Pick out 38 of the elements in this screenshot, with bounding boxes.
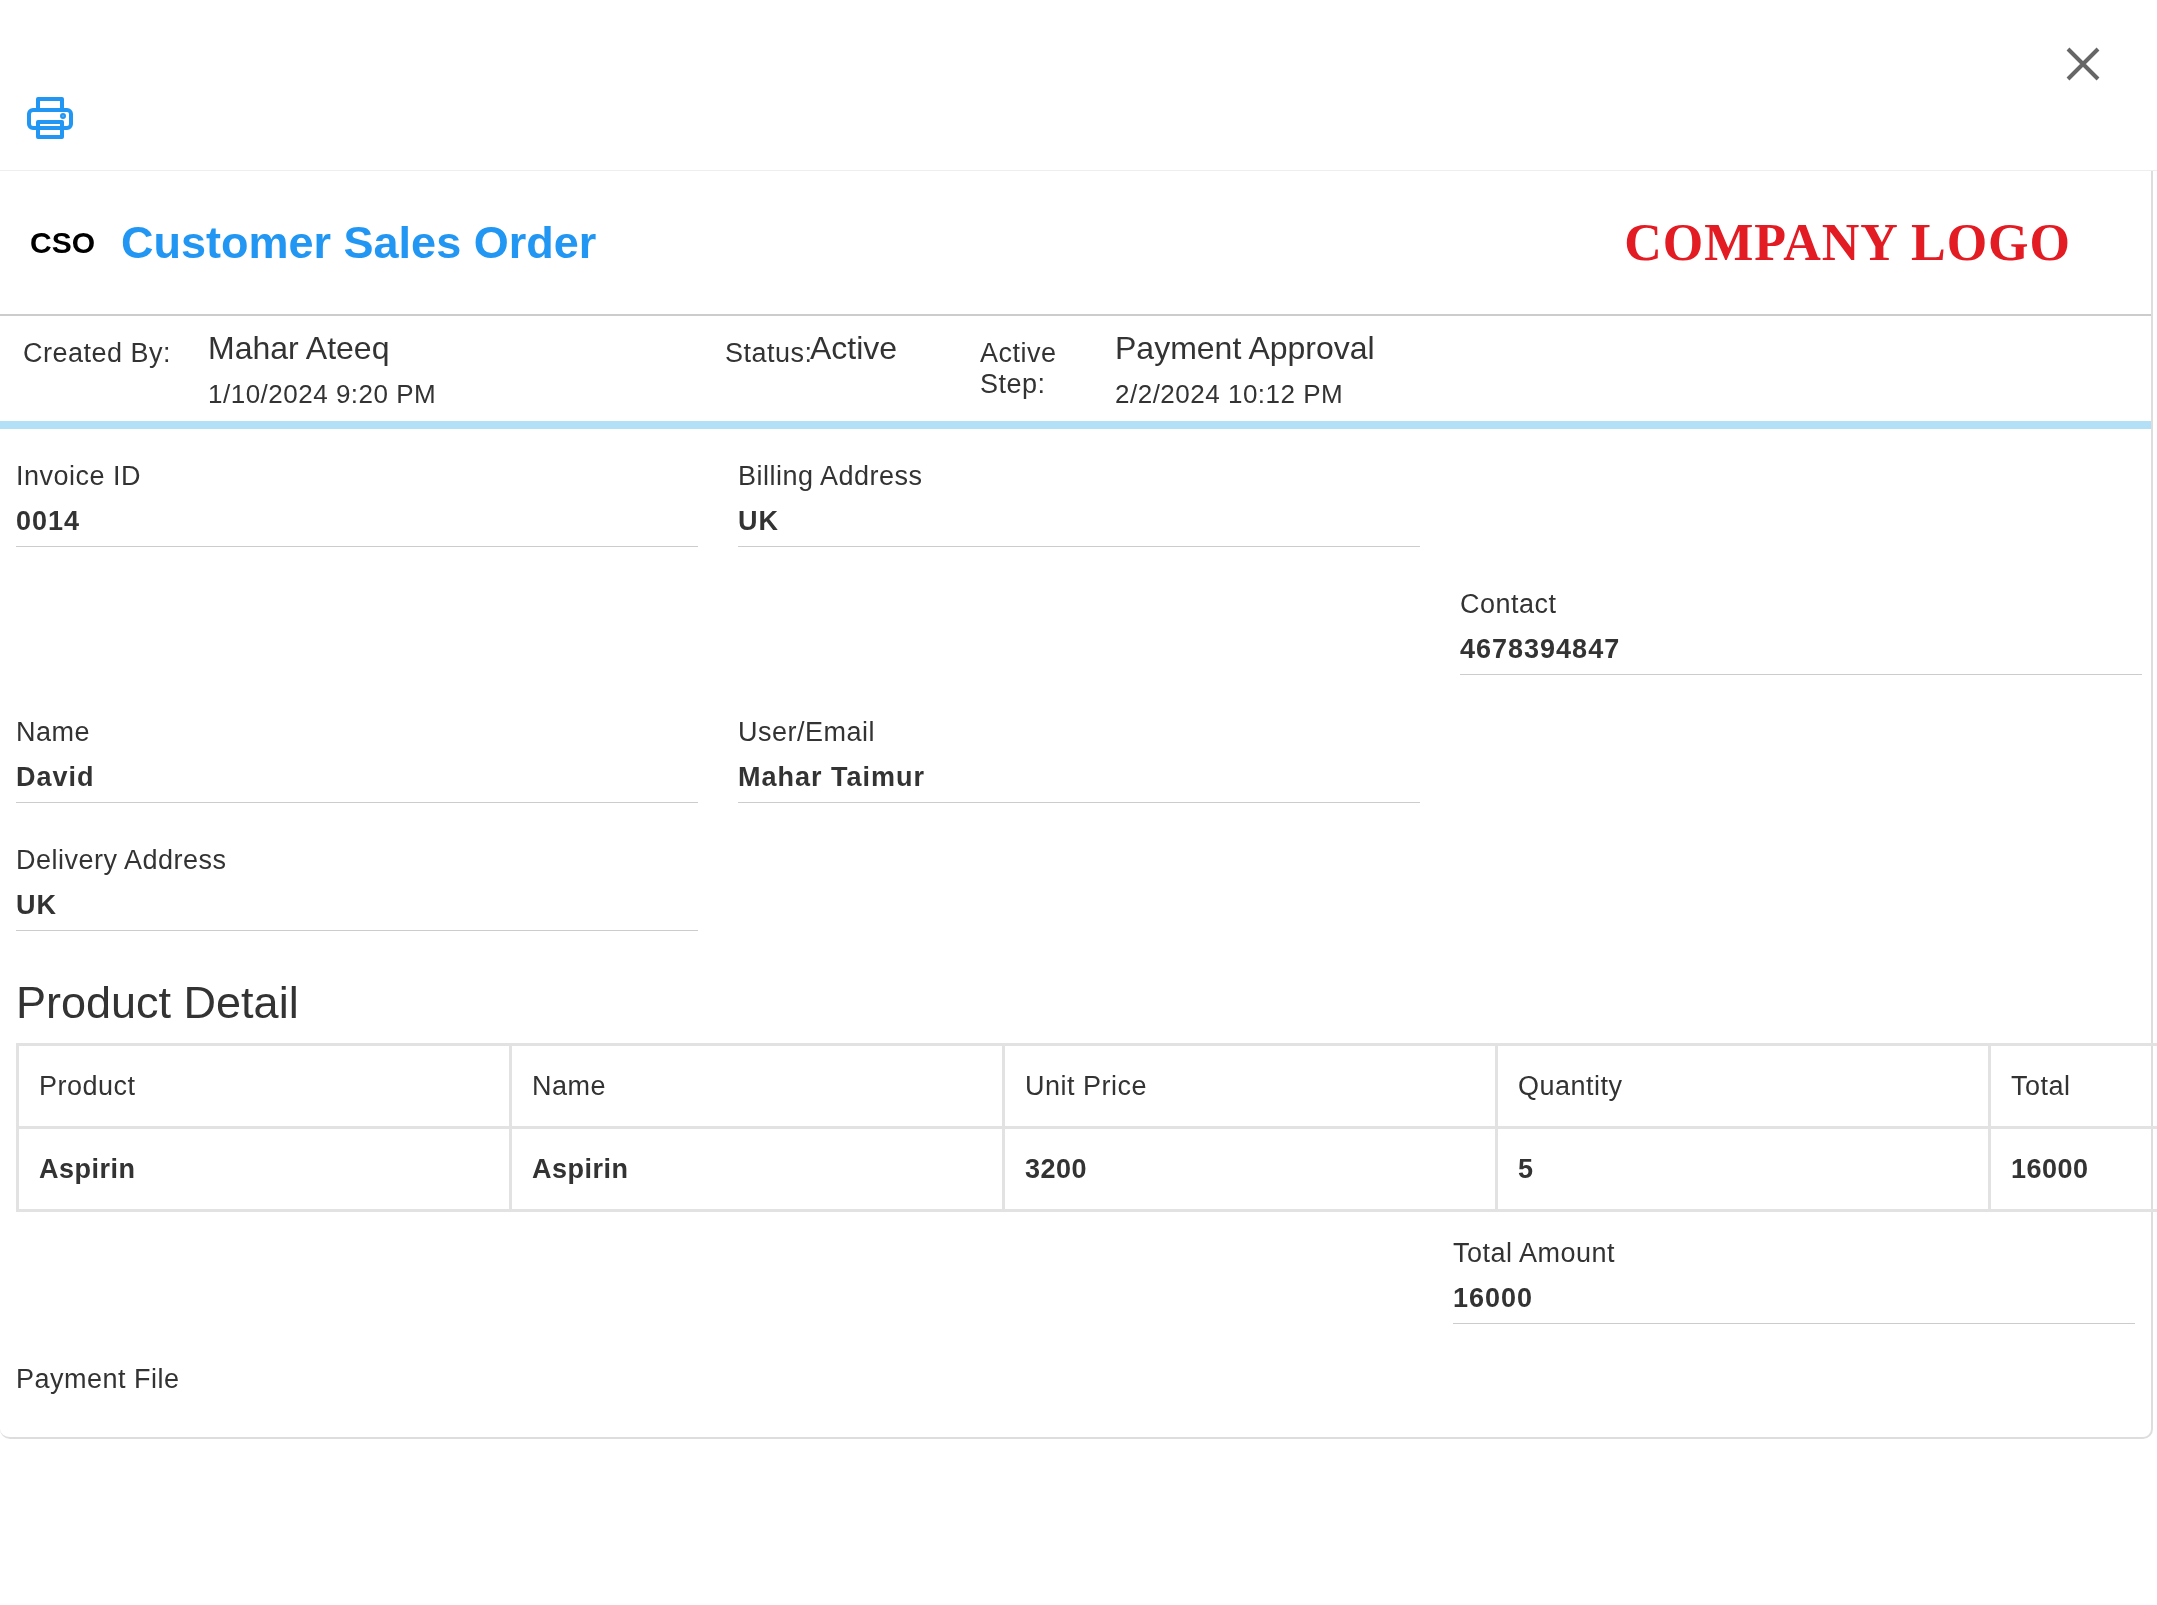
column-header: Total <box>1989 1044 2157 1128</box>
table-cell: 5 <box>1496 1127 1990 1211</box>
meta-value: Payment Approval <box>1115 330 1375 367</box>
field-label: Invoice ID <box>16 461 143 492</box>
field-value: David <box>16 762 96 793</box>
field-label: User/Email <box>738 717 877 748</box>
field-value: 16000 <box>1453 1283 1535 1314</box>
table-cell: Aspirin <box>17 1127 511 1211</box>
table-cell: 3200 <box>1003 1127 1497 1211</box>
field-label: Delivery Address <box>16 845 228 876</box>
meta-date: 1/10/2024 9:20 PM <box>208 379 437 410</box>
field-value: 0014 <box>16 506 82 537</box>
meta-date: 2/2/2024 10:12 PM <box>1115 379 1345 410</box>
print-icon[interactable] <box>26 96 74 140</box>
field-label: Total Amount <box>1453 1238 1617 1269</box>
form-code: CSO <box>30 225 95 260</box>
column-header: Name <box>510 1044 1004 1128</box>
field-label: Contact <box>1460 589 1558 620</box>
table-cell: Aspirin <box>510 1127 1004 1211</box>
meta-label: Created By: <box>23 338 173 370</box>
meta-label: Status: <box>725 338 810 370</box>
field-label: Payment File <box>16 1364 181 1395</box>
meta-label: Active Step: <box>980 338 1058 401</box>
column-header: Product <box>17 1044 511 1128</box>
field-value: Mahar Taimur <box>738 762 927 793</box>
column-header: Unit Price <box>1003 1044 1497 1128</box>
close-icon[interactable] <box>2065 46 2101 82</box>
field-value: UK <box>738 506 780 537</box>
field-label: Billing Address <box>738 461 924 492</box>
field-value: UK <box>16 890 58 921</box>
company-logo: COMPANY LOGO <box>1624 213 2071 272</box>
field-label: Name <box>16 717 92 748</box>
column-header: Quantity <box>1496 1044 1990 1128</box>
meta-value: Active <box>810 330 898 367</box>
meta-value: Mahar Ateeq <box>208 330 391 367</box>
field-value: 4678394847 <box>1460 634 1622 665</box>
section-heading: Product Detail <box>16 977 300 1029</box>
form-title: Customer Sales Order <box>121 216 598 269</box>
